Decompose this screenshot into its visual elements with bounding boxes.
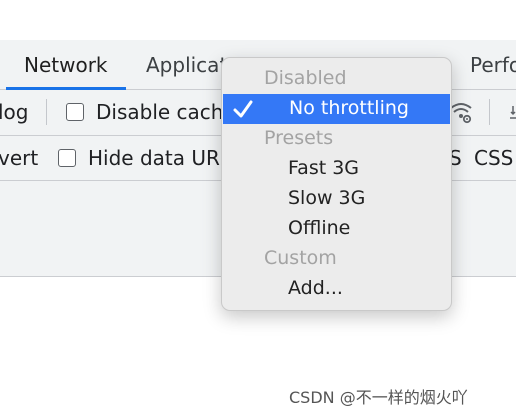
menu-item-add[interactable]: Add... [222,274,451,304]
menu-item-fast-3g[interactable]: Fast 3G [222,154,451,184]
import-icon[interactable] [510,104,516,120]
tab-network[interactable]: Network [24,53,108,77]
disable-cache-checkbox[interactable] [66,103,84,121]
filter-type-css[interactable]: CSS [474,146,513,170]
menu-item-no-throttling[interactable]: No throttling [223,94,450,124]
menu-item-offline[interactable]: Offline [222,214,451,244]
page-background-top [0,0,516,40]
menu-header-disabled: Disabled [264,67,347,89]
invert-filter-label[interactable]: vert [0,146,38,170]
tab-application[interactable]: Applicat [146,53,227,77]
disable-cache-label[interactable]: Disable cach [96,100,223,124]
checkmark-icon [232,98,254,120]
menu-header-custom: Custom [264,247,337,269]
toolbar-divider [46,99,47,125]
preserve-log-label[interactable]: log [0,100,29,124]
throttling-dropdown-menu: Disabled No throttling Presets Fast 3G S… [221,57,452,311]
tab-performance[interactable]: Perfo [470,53,516,77]
hide-data-urls-label[interactable]: Hide data URL [88,146,231,170]
toolbar-divider [489,99,490,125]
hide-data-urls-checkbox[interactable] [58,149,76,167]
menu-header-presets: Presets [264,127,334,149]
menu-item-slow-3g[interactable]: Slow 3G [222,184,451,214]
watermark-text: CSDN @不一样的烟火吖 [289,388,468,407]
